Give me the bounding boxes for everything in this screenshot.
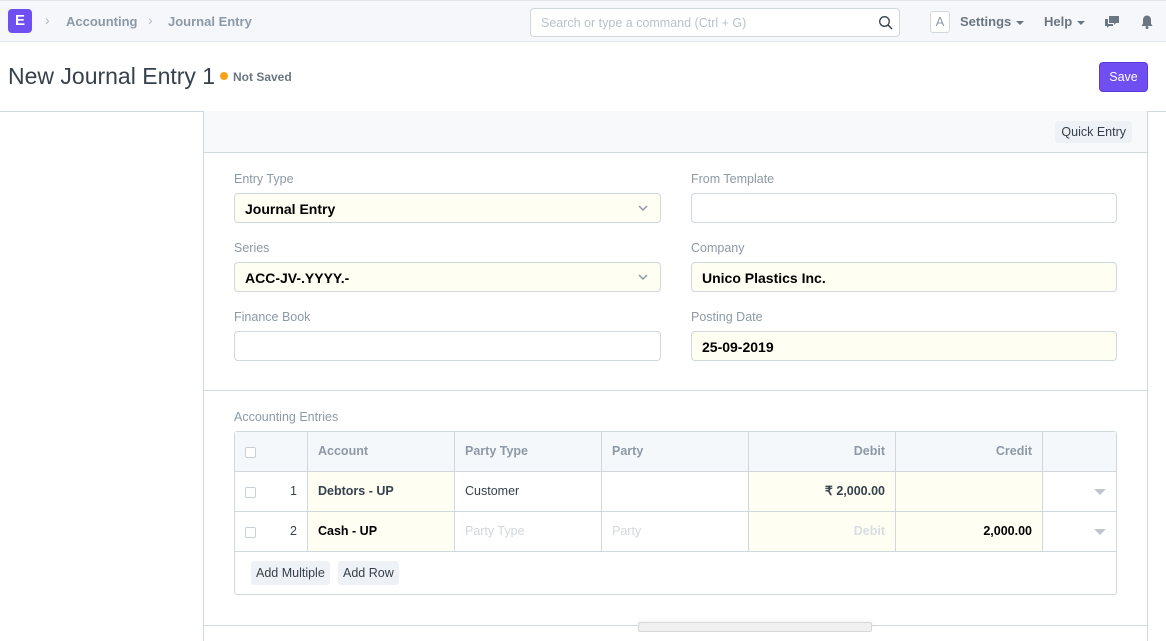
breadcrumb-journal-entry[interactable]: Journal Entry (168, 14, 252, 29)
settings-dropdown[interactable]: Settings (960, 14, 1025, 29)
posting-date-input[interactable]: 25-09-2019 (691, 331, 1117, 361)
from-template-label: From Template (691, 172, 775, 186)
avatar[interactable]: A (930, 11, 950, 33)
caret-down-icon (1077, 20, 1086, 25)
quick-entry-button[interactable]: Quick Entry (1055, 121, 1132, 143)
status-indicator: Not Saved (220, 70, 292, 84)
header-party: Party (602, 432, 749, 471)
party-cell[interactable]: Party (602, 512, 749, 551)
debit-cell[interactable]: ₹ 2,000.00 (749, 472, 896, 511)
help-label: Help (1044, 14, 1073, 29)
row-index: 1 (290, 484, 297, 498)
chat-icon[interactable] (1104, 14, 1120, 30)
page-title: New Journal Entry 1 (8, 63, 216, 89)
chevron-down-icon (638, 205, 648, 212)
debit-cell[interactable]: Debit (749, 512, 896, 551)
header-account: Account (308, 432, 455, 471)
entry-type-value: Journal Entry (245, 201, 336, 217)
add-multiple-button[interactable]: Add Multiple (251, 561, 330, 585)
row-edit-cell[interactable] (1043, 472, 1116, 511)
help-dropdown[interactable]: Help (1044, 14, 1086, 29)
header-select-cell (235, 432, 308, 471)
app-logo[interactable]: E (8, 9, 32, 33)
floating-toolbar (638, 622, 872, 632)
row-checkbox[interactable] (245, 527, 256, 538)
form-layout: Quick Entry Entry Type Journal Entry Ser… (203, 111, 1148, 641)
header-party-type: Party Type (455, 432, 602, 471)
grid-header-row: Account Party Type Party Debit Credit (235, 432, 1116, 472)
company-label: Company (691, 241, 745, 255)
search-icon[interactable] (878, 15, 894, 31)
series-label: Series (234, 241, 270, 255)
entry-type-label: Entry Type (234, 172, 294, 186)
series-select[interactable]: ACC-JV-.YYYY.- (234, 262, 661, 292)
table-row[interactable]: 1 Debtors - UP Customer ₹ 2,000.00 (235, 472, 1116, 512)
caret-down-icon[interactable] (1094, 489, 1106, 495)
credit-cell[interactable]: 2,000.00 (896, 512, 1043, 551)
accounting-entries-grid: Account Party Type Party Debit Credit 1 … (234, 431, 1117, 595)
company-value: Unico Plastics Inc. (702, 270, 826, 286)
breadcrumb-accounting[interactable]: Accounting (66, 14, 138, 29)
row-select-cell: 2 (235, 512, 308, 551)
account-cell[interactable]: Debtors - UP (308, 472, 455, 511)
section-divider (204, 390, 1147, 391)
add-row-button[interactable]: Add Row (338, 561, 399, 585)
from-template-input[interactable] (691, 193, 1117, 223)
header-edit (1043, 432, 1116, 471)
credit-cell[interactable] (896, 472, 1043, 511)
navbar: E › Accounting › Journal Entry Search or… (0, 0, 1166, 42)
table-row[interactable]: 2 Cash - UP Party Type Party Debit 2,000… (235, 512, 1116, 552)
accounting-entries-label: Accounting Entries (234, 410, 339, 424)
header-debit: Debit (749, 432, 896, 471)
breadcrumb-chevron-icon: › (45, 12, 50, 28)
company-input[interactable]: Unico Plastics Inc. (691, 262, 1117, 292)
posting-date-value: 25-09-2019 (702, 339, 774, 355)
grid-footer: Add Multiple Add Row (235, 552, 1116, 594)
row-checkbox[interactable] (245, 487, 256, 498)
entry-type-select[interactable]: Journal Entry (234, 193, 661, 223)
status-dot-icon (220, 72, 228, 80)
bell-icon[interactable] (1139, 14, 1155, 30)
caret-down-icon (1016, 20, 1025, 25)
row-index: 2 (290, 524, 297, 538)
save-button[interactable]: Save (1099, 62, 1148, 92)
party-type-cell[interactable]: Party Type (455, 512, 602, 551)
breadcrumb-chevron-icon: › (148, 12, 153, 28)
account-cell[interactable]: Cash - UP (308, 512, 455, 551)
finance-book-input[interactable] (234, 331, 661, 361)
header-credit: Credit (896, 432, 1043, 471)
status-text: Not Saved (233, 70, 292, 84)
row-edit-cell[interactable] (1043, 512, 1116, 551)
search-input[interactable]: Search or type a command (Ctrl + G) (530, 8, 900, 37)
search-placeholder: Search or type a command (Ctrl + G) (541, 16, 747, 30)
settings-label: Settings (960, 14, 1012, 29)
party-type-cell[interactable]: Customer (455, 472, 602, 511)
series-value: ACC-JV-.YYYY.- (245, 270, 350, 286)
row-select-cell: 1 (235, 472, 308, 511)
select-all-checkbox[interactable] (245, 447, 256, 458)
chevron-down-icon (638, 274, 648, 281)
caret-down-icon[interactable] (1094, 529, 1106, 535)
finance-book-label: Finance Book (234, 310, 311, 324)
party-cell[interactable] (602, 472, 749, 511)
form-toolbar: Quick Entry (204, 111, 1147, 153)
posting-date-label: Posting Date (691, 310, 763, 324)
